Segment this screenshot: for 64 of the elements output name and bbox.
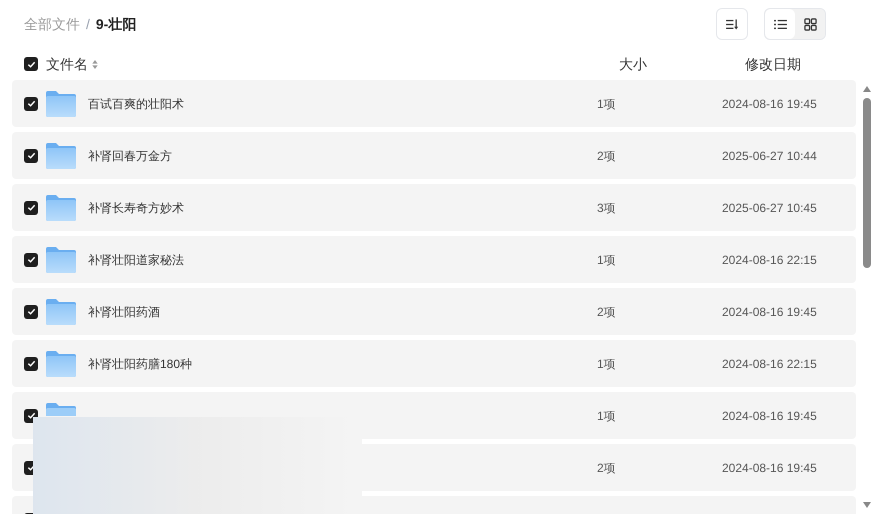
folder-icon: [46, 402, 76, 416]
file-row[interactable]: 补肾回春万金方 2项 2025-06-27 10:44: [12, 132, 856, 179]
modified-date: 2025-06-27 10:45: [722, 200, 817, 214]
column-header[interactable]: 修改日期: [745, 54, 801, 74]
scroll-up-icon[interactable]: [863, 86, 871, 92]
grid-icon: [804, 18, 816, 30]
checkmark-icon: [26, 255, 36, 264]
file-row[interactable]: 补肾长寿奇方妙术 3项 2025-06-27 10:45: [12, 184, 856, 231]
checkbox[interactable]: [24, 200, 38, 214]
file-size: 2项: [597, 304, 616, 318]
checkbox[interactable]: [24, 148, 38, 162]
folder-icon: [46, 298, 76, 324]
file-size: 2项: [597, 148, 616, 162]
list-icon: [774, 18, 786, 30]
checkbox[interactable]: [24, 304, 38, 318]
file-name[interactable]: 百试百爽的壮阳术: [88, 96, 184, 110]
modified-date: 2024-08-16 19:45: [722, 460, 817, 474]
sort-button[interactable]: [716, 8, 748, 40]
file-row[interactable]: 补肾壮阳道家秘法 1项 2024-08-16 22:15: [12, 236, 856, 283]
file-row[interactable]: 百试百爽的壮阳术 1项 2024-08-16 19:45: [12, 80, 856, 127]
checkmark-icon: [26, 411, 36, 420]
modified-date: 2025-06-27 10:44: [722, 148, 817, 162]
file-size: 3项: [597, 200, 616, 214]
folder-icon: [46, 194, 76, 220]
checkmark-icon: [26, 203, 36, 212]
file-name[interactable]: 补肾壮阳道家秘法: [88, 252, 184, 266]
sort-arrows-icon[interactable]: [92, 60, 98, 68]
breadcrumb-separator: /: [86, 14, 90, 34]
file-size: 1项: [597, 408, 616, 422]
file-size: 1项: [597, 252, 616, 266]
folder-icon: [46, 142, 76, 168]
checkbox[interactable]: [24, 96, 38, 110]
file-name[interactable]: 补肾壮阳药膳180种: [88, 356, 192, 370]
checkmark-icon: [26, 359, 36, 368]
breadcrumb-item[interactable]: 9-壮阳: [96, 14, 136, 34]
file-name[interactable]: 补肾长寿奇方妙术: [88, 200, 184, 214]
file-name[interactable]: 补肾回春万金方: [88, 148, 172, 162]
checkmark-icon: [26, 307, 36, 316]
file-size: 1项: [597, 96, 616, 110]
file-size: 2项: [597, 460, 616, 474]
checkmark-icon: [26, 99, 36, 108]
scroll-thumb[interactable]: [863, 98, 871, 268]
checkbox[interactable]: [24, 57, 38, 71]
modified-date: 2024-08-16 19:45: [722, 304, 817, 318]
scroll-down-icon[interactable]: [863, 502, 871, 508]
file-name[interactable]: 补肾壮阳药酒: [88, 304, 160, 318]
view-button[interactable]: [765, 9, 795, 39]
file-row[interactable]: 补肾壮阳药酒 2项 2024-08-16 19:45: [12, 288, 856, 335]
checkmark-icon: [26, 60, 36, 68]
modified-date: 2024-08-16 19:45: [722, 408, 817, 422]
folder-icon: [46, 350, 76, 376]
column-header[interactable]: 文件名: [46, 54, 88, 74]
file-size: 1项: [597, 356, 616, 370]
modified-date: 2024-08-16 19:45: [722, 96, 817, 110]
modified-date: 2024-08-16 22:15: [722, 252, 817, 266]
folder-icon: [46, 90, 76, 116]
modified-date: 2024-08-16 22:15: [722, 356, 817, 370]
sort-icon: [726, 18, 738, 30]
checkbox[interactable]: [24, 252, 38, 266]
checkmark-icon: [26, 151, 36, 160]
file-row[interactable]: 补肾壮阳药膳180种 1项 2024-08-16 22:15: [12, 340, 856, 387]
column-header[interactable]: 大小: [619, 54, 745, 74]
checkbox[interactable]: [24, 356, 38, 370]
folder-icon: [46, 246, 76, 272]
